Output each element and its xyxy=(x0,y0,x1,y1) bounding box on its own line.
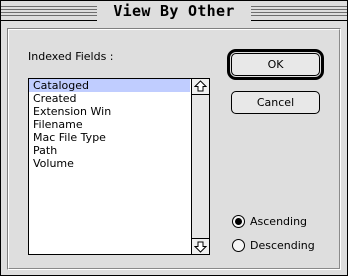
list-item-cataloged[interactable]: Cataloged xyxy=(29,79,190,92)
cancel-button[interactable]: Cancel xyxy=(231,91,320,114)
descending-radio[interactable] xyxy=(232,239,245,252)
ok-button[interactable]: OK xyxy=(231,53,320,76)
list-item-created[interactable]: Created xyxy=(29,92,190,105)
title-plate: View By Other xyxy=(97,1,251,21)
list-item-volume[interactable]: Volume xyxy=(29,157,190,170)
down-arrow-icon xyxy=(194,241,207,253)
scroll-up-button[interactable] xyxy=(192,79,209,95)
radio-selected-dot xyxy=(235,218,242,225)
up-arrow-icon xyxy=(194,80,207,92)
list-scrollbar[interactable] xyxy=(191,79,209,254)
indexed-fields-list[interactable]: Cataloged Created Extension Win Filename… xyxy=(28,78,210,255)
list-item-mac-file-type[interactable]: Mac File Type xyxy=(29,131,190,144)
list-item-filename[interactable]: Filename xyxy=(29,118,190,131)
list-item-path[interactable]: Path xyxy=(29,144,190,157)
list-item-extension-win[interactable]: Extension Win xyxy=(29,105,190,118)
dialog-window: View By Other Indexed Fields : Cataloged… xyxy=(0,0,348,276)
ascending-radio[interactable] xyxy=(232,215,245,228)
descending-label: Descending xyxy=(250,239,315,252)
list-items[interactable]: Cataloged Created Extension Win Filename… xyxy=(29,79,190,254)
scroll-down-button[interactable] xyxy=(192,238,209,254)
indexed-fields-label: Indexed Fields : xyxy=(28,50,114,63)
ascending-label: Ascending xyxy=(250,215,308,228)
dialog-title: View By Other xyxy=(113,2,235,20)
